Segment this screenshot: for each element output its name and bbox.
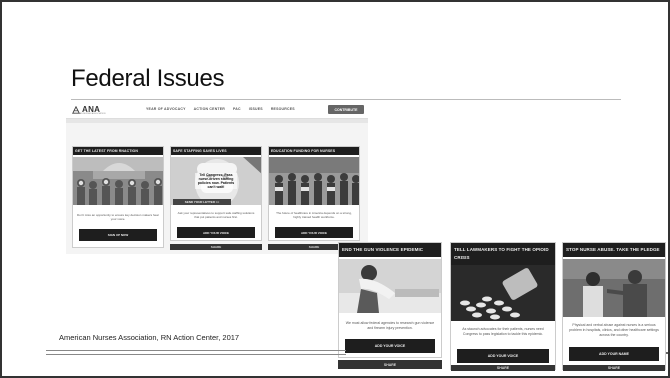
card-gun-violence: END THE GUN VIOLENCE EPIDEMIC We must al…: [338, 242, 442, 358]
card-description: We must allow federal agencies to resear…: [345, 321, 435, 330]
card-nurse-abuse-pledge: STOP NURSE ABUSE. TAKE THE PLEDGE Physic…: [562, 242, 666, 371]
nurse-at-bedside-photo: [339, 259, 441, 313]
card-title: EDUCATION FUNDING FOR NURSES: [269, 147, 359, 155]
card-title: STOP NURSE ABUSE. TAKE THE PLEDGE: [563, 243, 665, 257]
share-button[interactable]: SHARE: [338, 360, 442, 369]
add-your-voice-button[interactable]: ADD YOUR VOICE: [457, 349, 549, 363]
card-title: TELL LAWMAKERS TO FIGHT THE OPIOID CRISI…: [451, 243, 555, 265]
presentation-slide: Federal Issues ANA AMERICAN NURSES ASSOC…: [0, 0, 670, 378]
nav-resources[interactable]: RESOURCES: [271, 107, 295, 111]
add-your-voice-button[interactable]: ADD YOUR VOICE: [275, 227, 353, 238]
contribute-button[interactable]: CONTRIBUTE: [328, 105, 364, 114]
card-description: Ask your representatives to support safe…: [177, 211, 255, 219]
footer-rule: [46, 354, 346, 355]
card-rnaction-signup: GET THE LATEST FROM RNACTION Don't miss …: [72, 146, 164, 248]
add-your-voice-button[interactable]: ADD YOUR VOICE: [345, 339, 435, 353]
card-description: The future of healthcare in America depe…: [276, 211, 352, 219]
card-opioid-crisis: TELL LAWMAKERS TO FIGHT THE OPIOID CRISI…: [450, 242, 556, 371]
nurse-confrontation-photo: [563, 259, 665, 317]
card-safe-staffing: SAFE STAFFING SAVES LIVES Tell Congress:…: [170, 146, 262, 241]
add-your-name-button[interactable]: ADD YOUR NAME: [569, 347, 659, 361]
send-letter-button[interactable]: SEND YOUR LETTER >>: [173, 199, 231, 205]
capitol-crowd-photo: [73, 157, 163, 205]
card-title: END THE GUN VIOLENCE EPIDEMIC: [339, 243, 441, 257]
card-education-funding: EDUCATION FUNDING FOR NURSES The future …: [268, 146, 360, 241]
share-button[interactable]: SHARE: [170, 244, 262, 250]
card-description: As staunch advocates for their patients,…: [462, 327, 544, 336]
share-button[interactable]: SHARE: [563, 365, 665, 371]
nurses-group-photo: [269, 157, 359, 205]
nav-year-of-advocacy[interactable]: YEAR OF ADVOCACY: [146, 107, 186, 111]
add-your-voice-button[interactable]: ADD YOUR VOICE: [177, 227, 255, 238]
nav-pac[interactable]: PAC: [233, 107, 241, 111]
nav-issues[interactable]: ISSUES: [249, 107, 263, 111]
logo-subtitle: AMERICAN NURSES ASSOCIATION: [72, 113, 106, 115]
ana-website-screenshot: ANA AMERICAN NURSES ASSOCIATION YEAR OF …: [66, 102, 368, 254]
nav-action-center[interactable]: ACTION CENTER: [194, 107, 225, 111]
site-navbar: ANA AMERICAN NURSES ASSOCIATION YEAR OF …: [66, 102, 368, 119]
slide-title: Federal Issues: [71, 65, 225, 92]
card-description: Physical and verbal abuse against nurses…: [569, 323, 659, 337]
sign-up-now-button[interactable]: SIGN UP NOW: [79, 229, 157, 241]
page-marker: [666, 352, 668, 354]
site-nav-links: YEAR OF ADVOCACY ACTION CENTER PAC ISSUE…: [146, 107, 295, 111]
pills-photo: [451, 265, 555, 321]
title-divider: [71, 99, 621, 100]
card-description: Don't miss an opportunity to ensure key …: [77, 213, 159, 221]
site-banner-strip: [66, 119, 368, 123]
card-title: SAFE STAFFING SAVES LIVES: [171, 147, 261, 155]
footer-rule: [46, 350, 346, 351]
share-button[interactable]: SHARE: [451, 365, 555, 371]
card-title: GET THE LATEST FROM RNACTION: [73, 147, 163, 155]
staffing-overlay-text: Tell Congress: Pass nurse-driven staffin…: [195, 173, 237, 189]
slide-caption: American Nurses Association, RN Action C…: [59, 333, 240, 342]
